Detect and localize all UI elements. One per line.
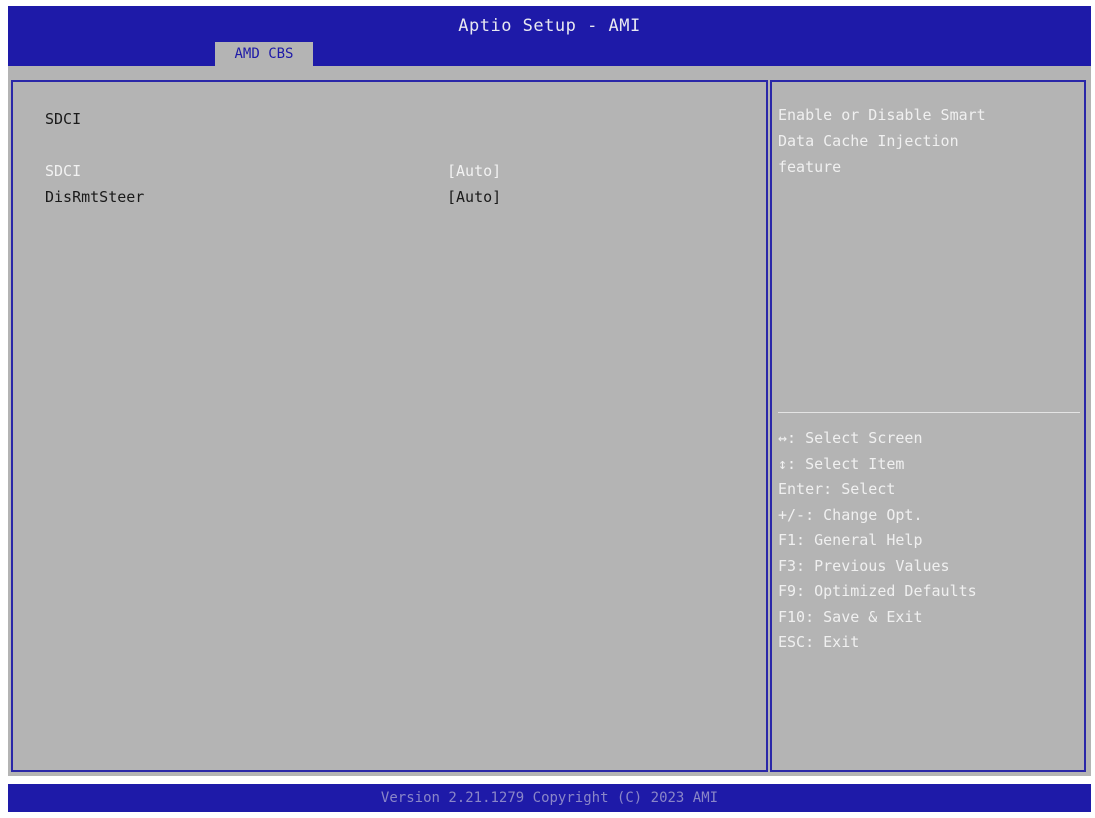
help-panel: Enable or Disable Smart Data Cache Injec… bbox=[770, 80, 1086, 772]
key-hint-select-item: ↕: Select Item bbox=[778, 454, 905, 473]
key-hint-general-help: F1: General Help bbox=[778, 531, 923, 549]
key-hint-exit: ESC: Exit bbox=[778, 633, 860, 651]
help-description-line: Data Cache Injection bbox=[778, 132, 959, 150]
tab-amd-cbs[interactable]: AMD CBS bbox=[215, 42, 313, 66]
key-hint-select-screen: ↔: Select Screen bbox=[778, 429, 923, 447]
title-bar: Aptio Setup - AMI AMD CBS bbox=[8, 6, 1091, 66]
help-divider bbox=[778, 412, 1080, 413]
app-title: Aptio Setup - AMI bbox=[458, 16, 641, 36]
key-hint-previous-values: F3: Previous Values bbox=[778, 556, 950, 575]
setting-value[interactable]: [Auto] bbox=[447, 162, 501, 180]
setting-value[interactable]: [Auto] bbox=[447, 188, 501, 206]
key-hint-change-opt: +/-: Change Opt. bbox=[778, 505, 923, 524]
setting-label: DisRmtSteer bbox=[45, 188, 145, 206]
help-description: Enable or Disable Smart Data Cache Injec… bbox=[778, 102, 1074, 180]
content-area: SDCI SDCI [Auto] DisRmtSteer [Auto] Enab… bbox=[8, 66, 1091, 776]
help-description-line: feature bbox=[778, 158, 842, 176]
key-hint-enter: Enter: Select bbox=[778, 480, 896, 498]
version-footer: Version 2.21.1279 Copyright (C) 2023 AMI bbox=[8, 784, 1091, 812]
help-description-line: Enable or Disable Smart bbox=[778, 106, 986, 124]
key-legend: ↔: Select Screen ↕: Select Item Enter: S… bbox=[778, 426, 977, 656]
bios-screen: Aptio Setup - AMI AMD CBS SDCI SDCI [Aut… bbox=[8, 6, 1091, 812]
section-title: SDCI bbox=[45, 110, 82, 128]
settings-panel: SDCI SDCI [Auto] DisRmtSteer [Auto] bbox=[11, 80, 768, 772]
setting-label: SDCI bbox=[45, 162, 82, 180]
key-hint-save-exit: F10: Save & Exit bbox=[778, 607, 923, 626]
key-hint-optimized-defaults: F9: Optimized Defaults bbox=[778, 582, 977, 600]
